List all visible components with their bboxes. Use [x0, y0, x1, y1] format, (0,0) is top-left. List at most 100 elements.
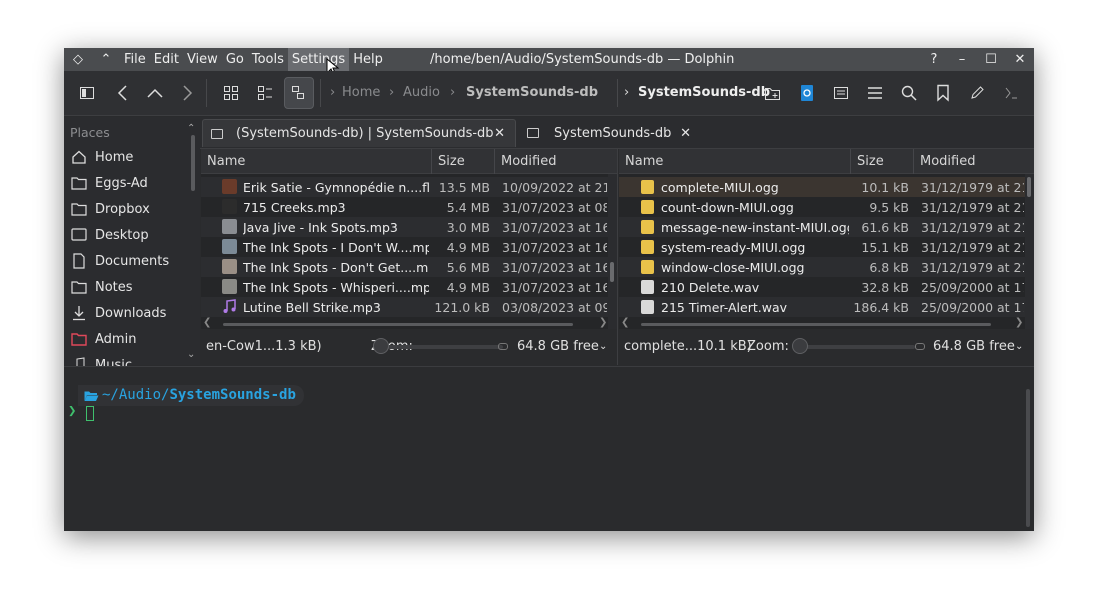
window-menu-icon[interactable]: ◇ — [64, 48, 92, 71]
left-file-pane: Name Size Modified Erik Satie - Gymnopéd… — [201, 149, 617, 329]
breadcrumb-current[interactable]: SystemSounds-db — [466, 85, 598, 100]
column-modified[interactable]: Modified — [914, 149, 1024, 174]
table-row[interactable]: The Ink Spots - I Don't W....mp3 4.9 MB 31… — [201, 237, 617, 257]
edit-pencil-icon[interactable] — [962, 77, 992, 109]
vertical-scrollbar[interactable] — [608, 174, 617, 329]
tab-close-icon[interactable]: ✕ — [494, 126, 505, 141]
places-item-dropbox[interactable]: Dropbox — [70, 197, 150, 221]
terminal-panel[interactable]: ~/Audio/SystemSounds-db ❯ — [64, 366, 1034, 531]
file-name: Erik Satie - Gymnopédie n....flac — [243, 179, 429, 195]
table-row[interactable]: The Ink Spots - Don't Get....mp3 5.6 MB 31… — [201, 257, 617, 277]
table-row[interactable]: message-new-instant-MIUI.ogg 61.6 kB 31/12… — [619, 217, 1034, 237]
icons-view-icon[interactable] — [216, 77, 246, 109]
pane-splitter[interactable] — [617, 149, 618, 365]
scroll-right-icon[interactable]: ❯ — [1015, 317, 1023, 329]
close-button[interactable]: ✕ — [1006, 48, 1034, 71]
zoom-slider[interactable] — [797, 345, 915, 349]
help-button[interactable]: ? — [920, 48, 948, 71]
scroll-up-icon[interactable]: ⌃ — [187, 123, 195, 134]
zoom-slider-knob[interactable] — [792, 338, 808, 354]
tab-inactive[interactable]: SystemSounds-db ✕ — [519, 119, 699, 147]
terminal-toggle-icon[interactable] — [996, 77, 1026, 109]
free-space-text[interactable]: 64.8 GB free — [933, 339, 1015, 354]
ogg-file-icon — [641, 260, 654, 274]
places-item-label: Dropbox — [95, 201, 150, 217]
places-item-label: Home — [95, 149, 134, 165]
minimize-button[interactable]: – — [948, 48, 976, 71]
horizontal-scrollbar[interactable] — [223, 323, 573, 326]
column-size[interactable]: Size — [432, 149, 495, 174]
places-scrollbar[interactable] — [191, 135, 195, 191]
forward-icon[interactable] — [172, 77, 202, 109]
menu-go[interactable]: Go — [222, 48, 248, 71]
scroll-left-icon[interactable]: ❮ — [203, 317, 211, 329]
terminal-prompt: ❯ — [68, 403, 77, 419]
breadcrumb-chevron-icon: › — [389, 85, 395, 100]
file-name: Java Jive - Ink Spots.mp3 — [243, 219, 398, 235]
chevron-down-icon[interactable]: ⌄ — [1015, 341, 1023, 352]
hamburger-menu-icon[interactable] — [860, 77, 890, 109]
column-name[interactable]: Name — [201, 149, 432, 174]
column-modified[interactable]: Modified — [495, 149, 607, 174]
window-title: /home/ben/Audio/SystemSounds-db — Dolphi… — [430, 52, 735, 67]
file-name: complete-MIUI.ogg — [661, 179, 779, 195]
places-item-admin[interactable]: Admin — [70, 327, 136, 351]
table-row[interactable]: Lutine Bell Strike.mp3 121.0 kB 03/08/2023… — [201, 297, 617, 317]
maximize-button[interactable]: ☐ — [977, 48, 1005, 71]
find-file-icon[interactable] — [792, 77, 822, 109]
table-row[interactable]: count-down-MIUI.ogg 9.5 kB 31/12/1979 at 2… — [619, 197, 1034, 217]
places-item-desktop[interactable]: Desktop — [70, 223, 149, 247]
keep-above-icon[interactable]: ⌃ — [92, 48, 120, 71]
file-size: 5.4 MB — [446, 199, 490, 215]
download-icon — [70, 304, 88, 322]
places-item-label: Downloads — [95, 305, 167, 321]
places-item-downloads[interactable]: Downloads — [70, 301, 166, 325]
preview-icon[interactable] — [826, 77, 856, 109]
zoom-slider-knob[interactable] — [373, 338, 389, 354]
table-row[interactable]: complete-MIUI.ogg 10.1 kB 31/12/1979 at 21… — [619, 177, 1034, 197]
details-view-icon[interactable] — [284, 77, 314, 109]
table-row[interactable]: 215 Timer-Alert.wav 186.4 kB 25/09/2000 at… — [619, 297, 1034, 317]
tab-close-icon[interactable]: ✕ — [680, 126, 691, 141]
back-icon[interactable] — [108, 77, 138, 109]
table-row[interactable]: 210 Delete.wav 32.8 kB 25/09/2000 at 17 — [619, 277, 1034, 297]
terminal-scrollbar[interactable] — [1026, 389, 1030, 527]
up-icon[interactable] — [140, 77, 170, 109]
menu-edit[interactable]: Edit — [150, 48, 183, 71]
bookmark-icon[interactable] — [928, 77, 958, 109]
table-row[interactable]: The Ink Spots - Whisperi....mp3 4.9 MB 31/… — [201, 277, 617, 297]
table-row[interactable]: Erik Satie - Gymnopédie n....flac 13.5 MB… — [201, 177, 617, 197]
search-icon[interactable] — [894, 77, 924, 109]
scroll-left-icon[interactable]: ❮ — [621, 317, 629, 329]
scroll-right-icon[interactable]: ❯ — [599, 317, 607, 329]
breadcrumb-right-current[interactable]: SystemSounds-db — [638, 85, 770, 100]
compact-view-icon[interactable] — [250, 77, 280, 109]
menu-help[interactable]: Help — [349, 48, 387, 71]
sidebar-toggle-icon[interactable] — [72, 77, 102, 109]
table-row[interactable]: window-close-MIUI.ogg 6.8 kB 31/12/1979 at… — [619, 257, 1034, 277]
menu-view[interactable]: View — [183, 48, 222, 71]
table-row[interactable]: system-ready-MIUI.ogg 15.1 kB 31/12/1979 a… — [619, 237, 1034, 257]
table-row[interactable]: Java Jive - Ink Spots.mp3 3.0 MB 31/07/202… — [201, 217, 617, 237]
tab-label: (SystemSounds-db) | SystemSounds-db — [236, 126, 494, 141]
breadcrumb-home[interactable]: Home — [342, 85, 380, 100]
breadcrumb-audio[interactable]: Audio — [403, 85, 440, 100]
column-size[interactable]: Size — [851, 149, 914, 174]
places-item-notes[interactable]: Notes — [70, 275, 133, 299]
new-folder-icon[interactable] — [758, 77, 788, 109]
menu-tools[interactable]: Tools — [248, 48, 288, 71]
table-row[interactable]: 715 Creeks.mp3 5.4 MB 31/07/2023 at 08: — [201, 197, 617, 217]
chevron-down-icon[interactable]: ⌄ — [599, 341, 607, 352]
horizontal-scrollbar[interactable] — [641, 323, 991, 326]
scroll-down-icon[interactable]: ⌄ — [187, 349, 195, 360]
column-name[interactable]: Name — [619, 149, 851, 174]
places-item-documents[interactable]: Documents — [70, 249, 169, 273]
zoom-slider[interactable] — [379, 345, 503, 349]
menu-settings[interactable]: Settings — [287, 48, 350, 71]
tab-active[interactable]: (SystemSounds-db) | SystemSounds-db ✕ — [202, 119, 516, 147]
places-item-home[interactable]: Home — [70, 145, 133, 169]
free-space-text[interactable]: 64.8 GB free — [517, 339, 599, 354]
vertical-scrollbar[interactable] — [1025, 174, 1034, 329]
menu-file[interactable]: File — [120, 48, 150, 71]
places-item-eggs-ad[interactable]: Eggs-Ad — [70, 171, 148, 195]
